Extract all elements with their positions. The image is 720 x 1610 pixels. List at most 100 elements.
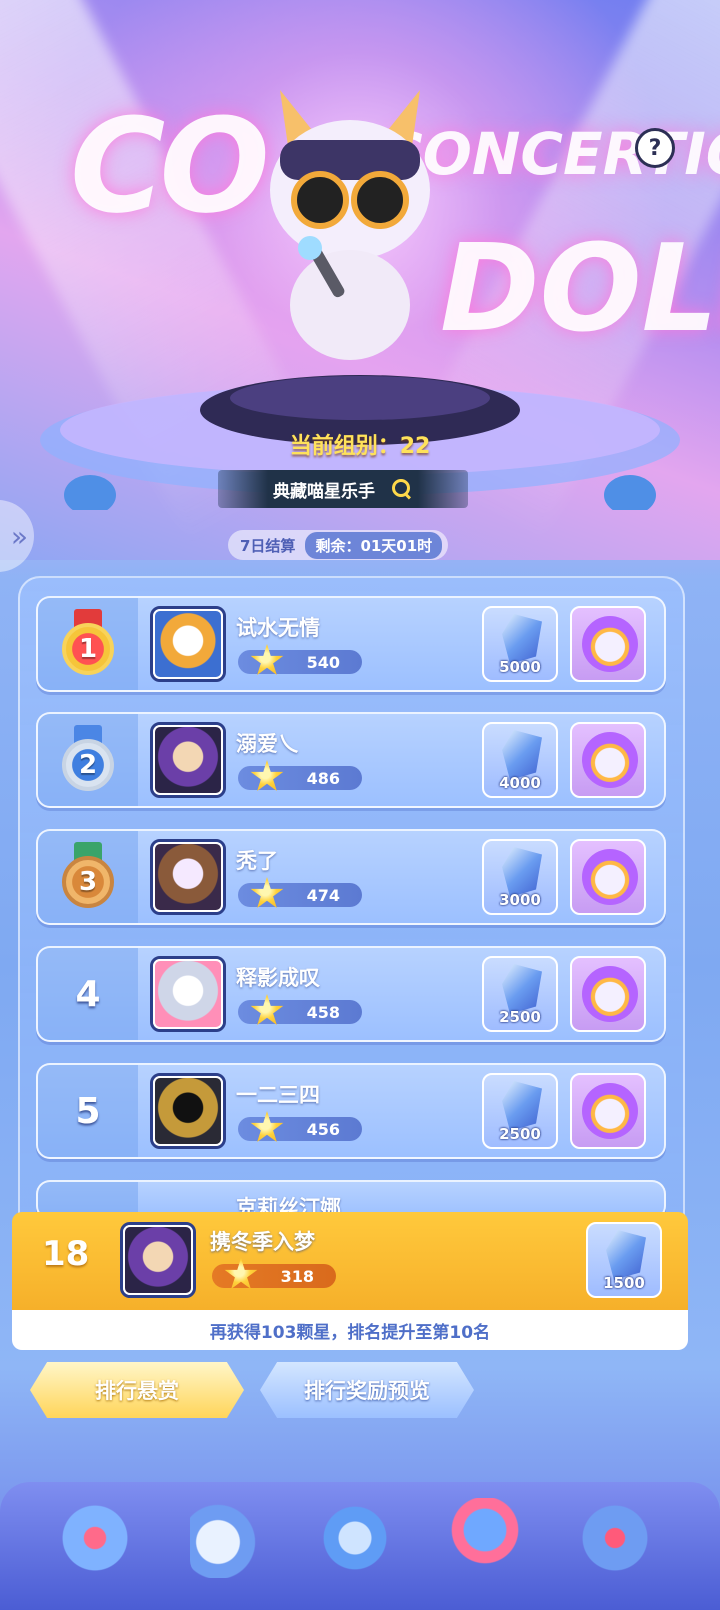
group-search-bar[interactable]: 典藏喵星乐手 <box>218 470 468 508</box>
star-icon <box>250 994 284 1025</box>
settlement-cycle: 7日结算 <box>240 536 296 555</box>
silver-medal-icon: 2 <box>60 725 116 795</box>
bronze-medal-icon: 3 <box>60 842 116 912</box>
avatar-image <box>153 725 223 795</box>
reward-amount: 2500 <box>499 1008 541 1026</box>
reward-pet[interactable] <box>570 956 646 1032</box>
reward-amount: 2500 <box>499 1125 541 1143</box>
bottom-nav <box>0 1482 720 1610</box>
nav-claw-machine[interactable] <box>50 1492 140 1592</box>
player-avatar[interactable] <box>150 722 226 798</box>
score-value: 456 <box>306 1119 340 1139</box>
whistle-icon <box>190 1498 260 1578</box>
nav-whistle[interactable] <box>180 1492 270 1592</box>
search-bar-text: 典藏喵星乐手 <box>273 481 375 502</box>
rank-cell: 1 <box>38 598 138 690</box>
nav-puzzle[interactable] <box>310 1492 400 1592</box>
rank-cell: 5 <box>38 1065 138 1157</box>
nav-trophy[interactable] <box>440 1492 530 1592</box>
nav-mystery[interactable] <box>570 1492 660 1592</box>
mystery-box-icon <box>580 1498 650 1578</box>
score-value: 458 <box>306 1002 340 1022</box>
reward-amount: 4000 <box>499 774 541 792</box>
banner-title-line2: DOLL <box>440 220 720 359</box>
my-score-pill: 318 <box>212 1258 336 1289</box>
crystal-icon <box>502 847 542 897</box>
my-player-name: 携冬季入梦 <box>210 1230 315 1254</box>
reward-amount: 3000 <box>499 891 541 909</box>
avatar-image <box>153 1076 223 1146</box>
score-pill: 540 <box>238 644 362 675</box>
my-rank-hint: 再获得103颗星，排名提升至第10名 <box>12 1310 688 1350</box>
player-name: 试水无情 <box>236 616 320 640</box>
my-avatar[interactable] <box>120 1222 196 1298</box>
ranking-row[interactable]: 5 一二三四 456 2500 <box>36 1063 666 1159</box>
crystal-icon <box>502 614 542 664</box>
score-pill: 474 <box>238 877 362 908</box>
ranking-row[interactable]: 2 溺爱乀 486 4000 <box>36 712 666 808</box>
reward-pet[interactable] <box>570 606 646 682</box>
claw-machine-icon <box>60 1498 130 1578</box>
score-pill: 458 <box>238 994 362 1025</box>
cat-pet-icon <box>582 616 638 672</box>
score-pill: 486 <box>238 760 362 791</box>
help-button[interactable]: ? <box>635 128 675 168</box>
reward-crystal[interactable]: 3000 <box>482 839 558 915</box>
cat-pet-icon <box>582 849 638 905</box>
player-avatar[interactable] <box>150 956 226 1032</box>
player-name: 一二三四 <box>236 1083 320 1107</box>
rank-number: 5 <box>75 1090 101 1132</box>
tab-ranking-reward-preview[interactable]: 排行奖励预览 <box>260 1362 474 1418</box>
cat-pet-icon <box>582 966 638 1022</box>
ranking-row[interactable]: 1 试水无情 540 5000 <box>36 596 666 692</box>
chevron-double-right-icon: » <box>10 519 28 553</box>
medal-rank-number: 3 <box>62 856 114 908</box>
reward-amount: 5000 <box>499 658 541 676</box>
my-score-value: 318 <box>280 1266 314 1286</box>
ranking-row[interactable]: 4 释影成叹 458 2500 <box>36 946 666 1042</box>
score-value: 474 <box>306 885 340 905</box>
trophy-icon <box>450 1498 520 1578</box>
rank-cell: 3 <box>38 831 138 923</box>
reward-crystal[interactable]: 5000 <box>482 606 558 682</box>
current-group-label: 当前组别：22 <box>289 434 431 459</box>
puzzle-icon <box>320 1498 390 1578</box>
rank-cell: 4 <box>38 948 138 1040</box>
my-reward-crystal[interactable]: 1500 <box>586 1222 662 1298</box>
star-icon <box>250 644 284 675</box>
my-rank-panel: 18 携冬季入梦 318 1500 <box>12 1212 688 1310</box>
banner-title-co: CO <box>70 90 270 242</box>
reward-crystal[interactable]: 2500 <box>482 956 558 1032</box>
tab-ranking-bounty[interactable]: 排行悬赏 <box>30 1362 244 1418</box>
settlement-info: 7日结算 剩余：01天01时 <box>228 530 449 560</box>
player-avatar[interactable] <box>150 606 226 682</box>
score-value: 540 <box>306 652 340 672</box>
cat-singer-illustration <box>270 90 430 360</box>
rank-cell: 2 <box>38 714 138 806</box>
reward-pet[interactable] <box>570 1073 646 1149</box>
star-icon <box>224 1258 258 1289</box>
search-icon[interactable] <box>391 478 413 500</box>
medal-rank-number: 2 <box>62 739 114 791</box>
reward-pet[interactable] <box>570 839 646 915</box>
reward-crystal[interactable]: 4000 <box>482 722 558 798</box>
reward-crystal[interactable]: 2500 <box>482 1073 558 1149</box>
my-rank-number: 18 <box>42 1234 90 1274</box>
avatar-image <box>153 959 223 1029</box>
settlement-remaining: 剩余：01天01时 <box>305 531 443 559</box>
star-icon <box>250 1111 284 1142</box>
player-name: 秃了 <box>236 849 278 873</box>
crystal-icon <box>502 964 542 1014</box>
gold-medal-icon: 1 <box>60 609 116 679</box>
rank-number: 4 <box>75 973 101 1015</box>
reward-pet[interactable] <box>570 722 646 798</box>
my-rank-bar[interactable]: 18 携冬季入梦 318 1500 再获得103颗星，排名提升至第10名 <box>12 1212 688 1350</box>
crystal-icon <box>606 1230 646 1280</box>
player-avatar[interactable] <box>150 1073 226 1149</box>
player-avatar[interactable] <box>150 839 226 915</box>
medal-rank-number: 1 <box>62 623 114 675</box>
avatar-image <box>153 609 223 679</box>
ranking-row[interactable]: 3 秃了 474 3000 <box>36 829 666 925</box>
crystal-icon <box>502 730 542 780</box>
player-name: 释影成叹 <box>236 966 320 990</box>
